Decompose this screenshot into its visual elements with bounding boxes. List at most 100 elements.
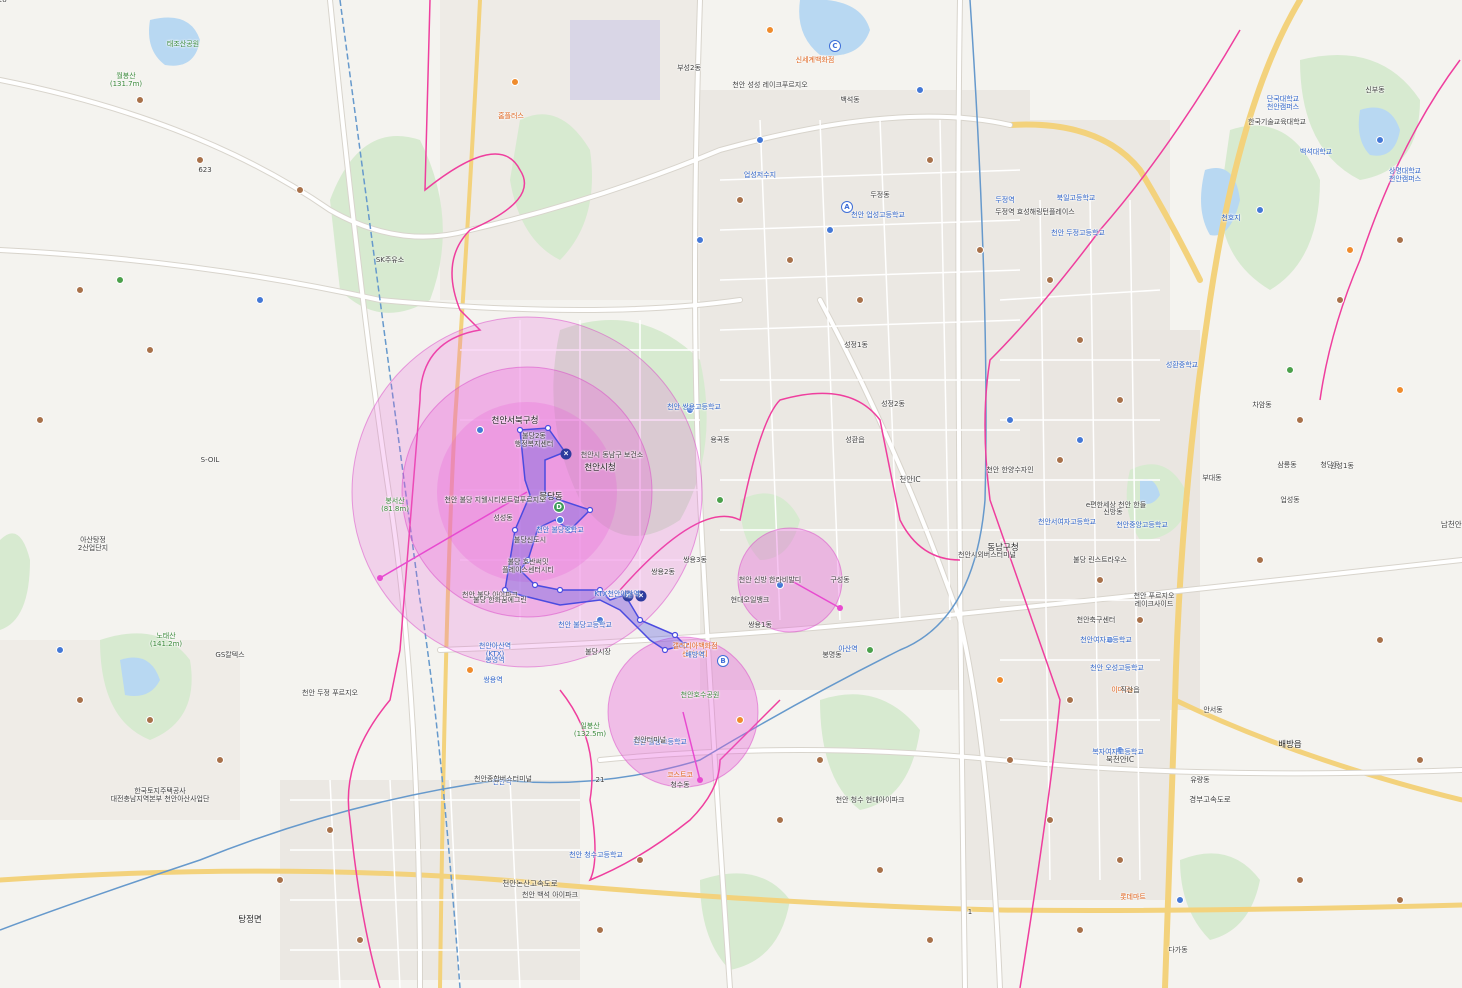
map-label[interactable]: 한국토지주택공사 대전충남지역본부 천안아산사업단 bbox=[111, 787, 210, 803]
map-label[interactable]: 불당시장 bbox=[585, 648, 611, 656]
poi-marker[interactable] bbox=[1286, 366, 1294, 374]
map-label[interactable]: 북일고등학교 bbox=[1057, 194, 1096, 202]
map-label[interactable]: 한국기술교육대학교 bbox=[1248, 118, 1306, 126]
map-label[interactable]: 불당신도시 bbox=[514, 536, 546, 544]
map-label[interactable]: 배방읍 bbox=[1278, 740, 1301, 750]
poi-marker[interactable] bbox=[1006, 756, 1014, 764]
map-pin-c[interactable]: C bbox=[829, 40, 841, 52]
map-label[interactable]: 천안 두정고등학교 bbox=[1051, 229, 1105, 237]
poi-marker[interactable] bbox=[1376, 136, 1384, 144]
map-label[interactable]: 1 bbox=[968, 908, 972, 916]
map-label[interactable]: 유량동 bbox=[1190, 776, 1209, 784]
poi-marker[interactable] bbox=[1296, 416, 1304, 424]
poi-marker[interactable] bbox=[916, 86, 924, 94]
map-label[interactable]: 천호지 bbox=[1221, 214, 1240, 222]
map-label[interactable]: 구성동 bbox=[830, 576, 849, 584]
map-label[interactable]: 북천안IC bbox=[1106, 756, 1134, 764]
map-label[interactable]: SK주유소 bbox=[376, 256, 404, 264]
map-label[interactable]: 업성동 bbox=[1280, 496, 1299, 504]
poi-marker[interactable] bbox=[216, 756, 224, 764]
map-label[interactable]: 쌍용3동 bbox=[683, 556, 707, 564]
map-label[interactable]: 천안 청수고등학교 bbox=[569, 851, 623, 859]
map-label[interactable]: 천안 불당중학교 bbox=[536, 526, 583, 534]
map-label[interactable]: 청수동 bbox=[670, 781, 689, 789]
map-label[interactable]: e편한세상 천안 한들 bbox=[1086, 501, 1146, 509]
poi-marker[interactable] bbox=[511, 78, 519, 86]
map-label[interactable]: 628 bbox=[0, 0, 7, 4]
map-label[interactable]: 천안아산역 (KTX) bbox=[479, 642, 511, 658]
poi-marker[interactable] bbox=[1006, 416, 1014, 424]
poi-marker[interactable] bbox=[1076, 436, 1084, 444]
map-label[interactable]: 안서동 bbox=[1203, 706, 1222, 714]
map-label[interactable]: 경부고속도로 bbox=[1189, 796, 1230, 804]
map-label[interactable]: 일봉산 (132.5m) bbox=[574, 722, 606, 738]
map-label[interactable]: 홈플러스 bbox=[498, 112, 524, 120]
poi-marker[interactable] bbox=[1336, 296, 1344, 304]
map-label[interactable]: 천안 푸르지오 레이크사이드 bbox=[1134, 592, 1175, 608]
map-canvas[interactable] bbox=[0, 0, 1462, 988]
map-label[interactable]: 불당 린스트라우스 bbox=[1073, 556, 1127, 564]
map-label[interactable]: 업성저수지 bbox=[744, 171, 776, 179]
map-label[interactable]: 21 bbox=[596, 776, 605, 784]
map-label[interactable]: 두정동 bbox=[870, 191, 889, 199]
map-pin-b[interactable]: B bbox=[717, 655, 729, 667]
poi-marker[interactable] bbox=[356, 936, 364, 944]
poi-marker[interactable] bbox=[756, 136, 764, 144]
poi-marker[interactable] bbox=[736, 716, 744, 724]
map-label[interactable]: 노태산 (141.2m) bbox=[150, 632, 182, 648]
map-label[interactable]: 코스트코 bbox=[667, 771, 693, 779]
map-label[interactable]: 다가동 bbox=[1168, 946, 1187, 954]
poi-marker[interactable] bbox=[636, 856, 644, 864]
map-label[interactable]: 백석대학교 bbox=[1300, 148, 1332, 156]
poi-marker[interactable] bbox=[996, 676, 1004, 684]
poi-marker[interactable] bbox=[556, 516, 564, 524]
map-label[interactable]: 상명대학교 천안캠퍼스 bbox=[1389, 167, 1421, 183]
map-label[interactable]: 천안시 동남구 보건소 bbox=[581, 451, 643, 459]
map-label[interactable]: 성환읍 bbox=[845, 436, 864, 444]
poi-marker[interactable] bbox=[196, 156, 204, 164]
poi-marker[interactable] bbox=[1396, 236, 1404, 244]
poi-marker[interactable] bbox=[1256, 206, 1264, 214]
map-label[interactable]: 성정2동 bbox=[881, 400, 905, 408]
map-label[interactable]: 두정역 효성해링턴플레이스 bbox=[995, 208, 1075, 216]
poi-marker[interactable] bbox=[146, 716, 154, 724]
poi-marker[interactable] bbox=[716, 496, 724, 504]
map-label[interactable]: 월봉산 (131.7m) bbox=[110, 72, 142, 88]
poi-marker[interactable] bbox=[1066, 696, 1074, 704]
poi-marker[interactable] bbox=[696, 236, 704, 244]
map-label[interactable]: 불당2동 행정복지센터 bbox=[515, 432, 554, 448]
map-label[interactable]: 천안종합버스터미널 bbox=[474, 775, 532, 783]
map-label[interactable]: 신부동 bbox=[1365, 86, 1384, 94]
map-label[interactable]: 용곡동 bbox=[710, 436, 729, 444]
map-label[interactable]: 천안 한양수자인 bbox=[986, 466, 1033, 474]
map-label[interactable]: 단국대학교 천안캠퍼스 bbox=[1267, 95, 1299, 111]
map-label[interactable]: 천안호수공원 bbox=[681, 691, 720, 699]
poi-marker[interactable] bbox=[1136, 616, 1144, 624]
map-label[interactable]: 천안 두정 푸르지오 bbox=[302, 689, 358, 697]
map-label[interactable]: 천안시청 bbox=[584, 463, 615, 473]
poi-marker[interactable] bbox=[776, 816, 784, 824]
map-label[interactable]: 천안축구센터 bbox=[1077, 616, 1116, 624]
poi-marker[interactable] bbox=[1376, 636, 1384, 644]
map-label[interactable]: GS칼텍스 bbox=[215, 651, 244, 659]
poi-marker[interactable] bbox=[1416, 756, 1424, 764]
poi-marker[interactable] bbox=[256, 296, 264, 304]
poi-marker[interactable] bbox=[866, 646, 874, 654]
map-label[interactable]: 성정1동 bbox=[844, 341, 868, 349]
map-label[interactable]: 천안 청수 현대아이파크 bbox=[836, 796, 905, 804]
map-label[interactable]: 천안 불당 지웰시티센트럴푸르지오 bbox=[444, 496, 545, 504]
map-view[interactable]: × × × A B C D 천안시청 동남구청 천안서북구청 불당2동 행정복지센터 불… bbox=[0, 0, 1462, 988]
poi-marker[interactable] bbox=[1176, 896, 1184, 904]
poi-marker[interactable] bbox=[326, 826, 334, 834]
poi-marker[interactable] bbox=[276, 876, 284, 884]
poi-marker[interactable] bbox=[1346, 246, 1354, 254]
map-label[interactable]: 부대동 bbox=[1202, 474, 1221, 482]
map-label[interactable]: 천안IC bbox=[899, 476, 920, 484]
map-label[interactable]: 원성1동 bbox=[1330, 462, 1354, 470]
map-label[interactable]: 태조산공원 bbox=[167, 40, 199, 48]
map-label[interactable]: 삼룡동 bbox=[1277, 461, 1296, 469]
poi-marker[interactable] bbox=[1256, 556, 1264, 564]
poi-marker[interactable] bbox=[56, 646, 64, 654]
poi-marker[interactable] bbox=[146, 346, 154, 354]
poi-marker[interactable] bbox=[1046, 276, 1054, 284]
